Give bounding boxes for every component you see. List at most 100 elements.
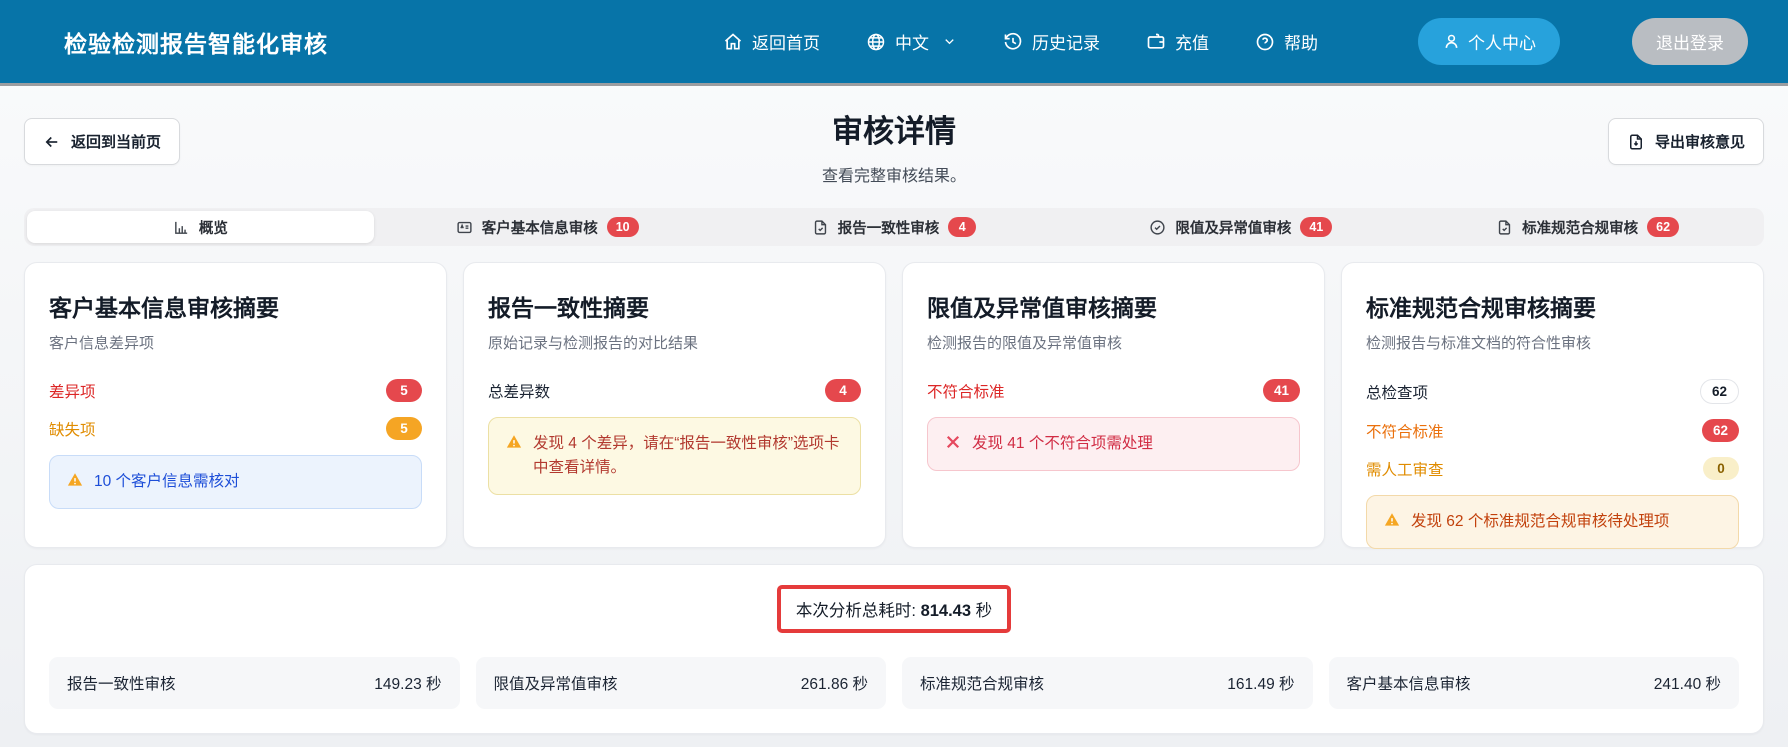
page-subtitle: 查看完整审核结果。 — [24, 162, 1764, 186]
page-head: 返回到当前页 审核详情 查看完整审核结果。 导出审核意见 — [0, 86, 1788, 192]
circle-check-icon — [1149, 219, 1166, 236]
total-time-label: 本次分析总耗时: — [796, 602, 916, 620]
timing-item: 客户基本信息审核 241.40 秒 — [1329, 657, 1740, 709]
nav-help[interactable]: 帮助 — [1255, 29, 1318, 54]
timing-grid: 报告一致性审核 149.23 秒 限值及异常值审核 261.86 秒 标准规范合… — [49, 657, 1739, 709]
card-customer-info-summary: 客户基本信息审核摘要 客户信息差异项 差异项 5 缺失项 5 10 个客户信息需… — [24, 262, 447, 548]
id-card-icon — [456, 219, 473, 236]
nav-history[interactable]: 历史记录 — [1003, 29, 1100, 54]
timing-value: 261.86 秒 — [801, 672, 868, 694]
info-alert: 10 个客户信息需核对 — [49, 455, 422, 509]
total-time-unit: 秒 — [976, 602, 993, 620]
total-time-box: 本次分析总耗时: 814.43 秒 — [777, 585, 1011, 633]
timing-item: 报告一致性审核 149.23 秒 — [49, 657, 460, 709]
tab-badge: 10 — [607, 217, 639, 237]
tab-label: 报告一致性审核 — [838, 217, 940, 238]
card-report-consistency-summary: 报告一致性摘要 原始记录与检测报告的对比结果 总差异数 4 发现 4 个差异，请… — [463, 262, 886, 548]
stat-row: 不符合标准 41 — [927, 379, 1300, 402]
home-icon — [723, 32, 743, 52]
tab-label: 标准规范合规审核 — [1522, 217, 1638, 238]
nav-label: 帮助 — [1284, 29, 1318, 54]
card-subtitle: 检测报告的限值及异常值审核 — [927, 332, 1300, 353]
warning-triangle-icon — [505, 433, 523, 451]
summary-cards: 客户基本信息审核摘要 客户信息差异项 差异项 5 缺失项 5 10 个客户信息需… — [24, 262, 1764, 548]
timing-label: 报告一致性审核 — [67, 672, 176, 694]
profile-center-button[interactable]: 个人中心 — [1418, 18, 1560, 65]
profile-button-label: 个人中心 — [1468, 29, 1536, 54]
stat-row: 差异项 5 — [49, 379, 422, 402]
nav-label: 返回首页 — [752, 29, 820, 54]
tab-badge: 62 — [1647, 217, 1679, 237]
back-button-label: 返回到当前页 — [71, 131, 161, 152]
review-tabs: 概览 客户基本信息审核 10 报告一致性审核 4 限值及异常值审核 41 标准规… — [24, 208, 1764, 246]
card-subtitle: 原始记录与检测报告的对比结果 — [488, 332, 861, 353]
nav-label: 充值 — [1175, 29, 1209, 54]
stat-label: 缺失项 — [49, 418, 96, 440]
stat-label: 差异项 — [49, 380, 96, 402]
app-title: 检验检测报告智能化审核 — [64, 25, 328, 59]
title-block: 审核详情 查看完整审核结果。 — [24, 86, 1764, 186]
header-nav: 返回首页 中文 历史记录 充值 帮助 — [723, 18, 1748, 65]
stat-label: 不符合标准 — [1366, 420, 1444, 442]
tab-customer-info[interactable]: 客户基本信息审核 10 — [374, 211, 721, 243]
nav-label: 中文 — [895, 29, 929, 54]
card-subtitle: 检测报告与标准文档的符合性审核 — [1366, 332, 1739, 353]
card-limit-anomaly-summary: 限值及异常值审核摘要 检测报告的限值及异常值审核 不符合标准 41 发现 41 … — [902, 262, 1325, 548]
logout-button-label: 退出登录 — [1656, 29, 1724, 54]
card-subtitle: 客户信息差异项 — [49, 332, 422, 353]
app-header: 检验检测报告智能化审核 返回首页 中文 历史记录 — [0, 0, 1788, 86]
file-download-icon — [1627, 133, 1645, 151]
stat-row: 不符合标准 62 — [1366, 419, 1739, 442]
x-icon — [944, 433, 962, 451]
nav-home[interactable]: 返回首页 — [723, 29, 820, 54]
warning-triangle-icon — [1383, 511, 1401, 529]
stat-badge: 62 — [1700, 379, 1739, 404]
history-icon — [1003, 32, 1023, 52]
wallet-icon — [1146, 32, 1166, 52]
stat-row: 总差异数 4 — [488, 379, 861, 402]
alert-text: 发现 62 个标准规范合规审核待处理项 — [1411, 510, 1669, 534]
tab-limit-anomaly[interactable]: 限值及异常值审核 41 — [1067, 211, 1414, 243]
timing-label: 标准规范合规审核 — [920, 672, 1044, 694]
arrow-left-icon — [43, 133, 61, 151]
stat-badge: 62 — [1702, 419, 1739, 442]
error-alert: 发现 41 个不符合项需处理 — [927, 417, 1300, 471]
help-icon — [1255, 32, 1275, 52]
export-button-label: 导出审核意见 — [1655, 131, 1745, 152]
person-icon — [1442, 32, 1461, 51]
file-check-icon — [1496, 219, 1513, 236]
total-time-value: 814.43 — [921, 602, 971, 620]
timing-item: 标准规范合规审核 161.49 秒 — [902, 657, 1313, 709]
nav-recharge[interactable]: 充值 — [1146, 29, 1209, 54]
timing-label: 客户基本信息审核 — [1347, 672, 1471, 694]
nav-language[interactable]: 中文 — [866, 29, 957, 54]
tab-badge: 4 — [948, 217, 976, 237]
export-opinion-button[interactable]: 导出审核意见 — [1608, 118, 1764, 165]
card-title: 报告一致性摘要 — [488, 289, 861, 323]
bar-chart-icon — [173, 219, 190, 236]
card-title: 客户基本信息审核摘要 — [49, 289, 422, 323]
stat-row: 需人工审查 0 — [1366, 457, 1739, 480]
tab-label: 限值及异常值审核 — [1175, 217, 1291, 238]
back-button[interactable]: 返回到当前页 — [24, 118, 180, 165]
tab-standard-compliance[interactable]: 标准规范合规审核 62 — [1414, 211, 1761, 243]
timing-item: 限值及异常值审核 261.86 秒 — [476, 657, 887, 709]
tab-overview[interactable]: 概览 — [27, 211, 374, 243]
timing-label: 限值及异常值审核 — [494, 672, 618, 694]
warning-alert: 发现 4 个差异，请在“报告一致性审核”选项卡中查看详情。 — [488, 417, 861, 495]
tab-badge: 41 — [1300, 217, 1332, 237]
timing-value: 161.49 秒 — [1227, 672, 1294, 694]
alert-text: 发现 41 个不符合项需处理 — [972, 432, 1153, 456]
alert-text: 发现 4 个差异，请在“报告一致性审核”选项卡中查看详情。 — [533, 432, 844, 480]
timing-value: 241.40 秒 — [1654, 672, 1721, 694]
card-standard-compliance-summary: 标准规范合规审核摘要 检测报告与标准文档的符合性审核 总检查项 62 不符合标准… — [1341, 262, 1764, 548]
page-title: 审核详情 — [24, 106, 1764, 151]
stat-badge: 41 — [1263, 379, 1300, 402]
nav-label: 历史记录 — [1032, 29, 1100, 54]
stat-badge: 0 — [1703, 457, 1739, 480]
stat-label: 总差异数 — [488, 380, 550, 402]
timing-value: 149.23 秒 — [374, 672, 441, 694]
tab-report-consistency[interactable]: 报告一致性审核 4 — [721, 211, 1068, 243]
stat-badge: 5 — [386, 379, 422, 402]
logout-button[interactable]: 退出登录 — [1632, 18, 1748, 65]
